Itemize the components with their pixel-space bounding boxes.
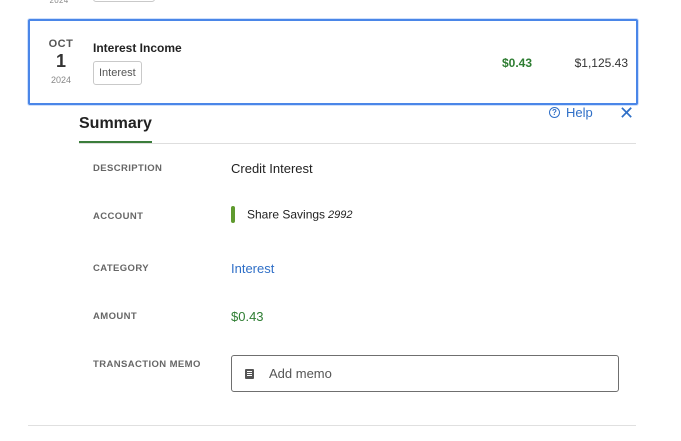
account-name: Share Savings — [247, 207, 326, 222]
date-month: OCT — [48, 38, 74, 50]
transaction-date: OCT 1 2024 — [46, 38, 76, 85]
summary-divider — [79, 143, 636, 144]
help-label: Help — [566, 105, 593, 120]
account-color-bar — [231, 206, 235, 224]
description-label: DESCRIPTION — [93, 163, 163, 174]
previous-transaction-tag — [93, 0, 155, 2]
date-day: 1 — [55, 51, 66, 71]
category-link[interactable]: Interest — [231, 261, 274, 276]
memo-input[interactable] — [267, 365, 591, 382]
transaction-row-selected[interactable]: OCT 1 2024 Interest Income Interest $0.4… — [28, 19, 638, 105]
account-number: 2992 — [328, 208, 353, 221]
amount-label: AMOUNT — [93, 311, 138, 322]
bottom-divider — [28, 425, 636, 426]
transaction-amount: $0.43 — [502, 56, 533, 70]
description-value: Credit Interest — [231, 161, 313, 176]
tab-summary[interactable]: Summary — [79, 115, 152, 133]
note-icon — [245, 368, 254, 379]
close-icon[interactable]: ✕ — [619, 103, 634, 123]
transaction-category-tag[interactable]: Interest — [93, 61, 142, 85]
date-year: 2024 — [50, 75, 72, 85]
account-label: ACCOUNT — [93, 211, 144, 222]
transaction-title: Interest Income — [93, 41, 182, 55]
question-circle-icon: ? — [549, 107, 560, 118]
help-link[interactable]: ? Help — [549, 105, 593, 120]
previous-transaction-row[interactable]: 2024 — [28, 0, 636, 12]
account-value: Share Savings 2992 — [231, 206, 353, 224]
amount-value: $0.43 — [231, 309, 264, 324]
transaction-balance: $1,125.43 — [574, 56, 628, 70]
memo-field[interactable] — [231, 355, 619, 392]
memo-label: TRANSACTION MEMO — [93, 359, 201, 370]
category-label: CATEGORY — [93, 263, 149, 274]
previous-transaction-year: 2024 — [49, 0, 69, 5]
summary-tab-underline — [79, 141, 152, 143]
